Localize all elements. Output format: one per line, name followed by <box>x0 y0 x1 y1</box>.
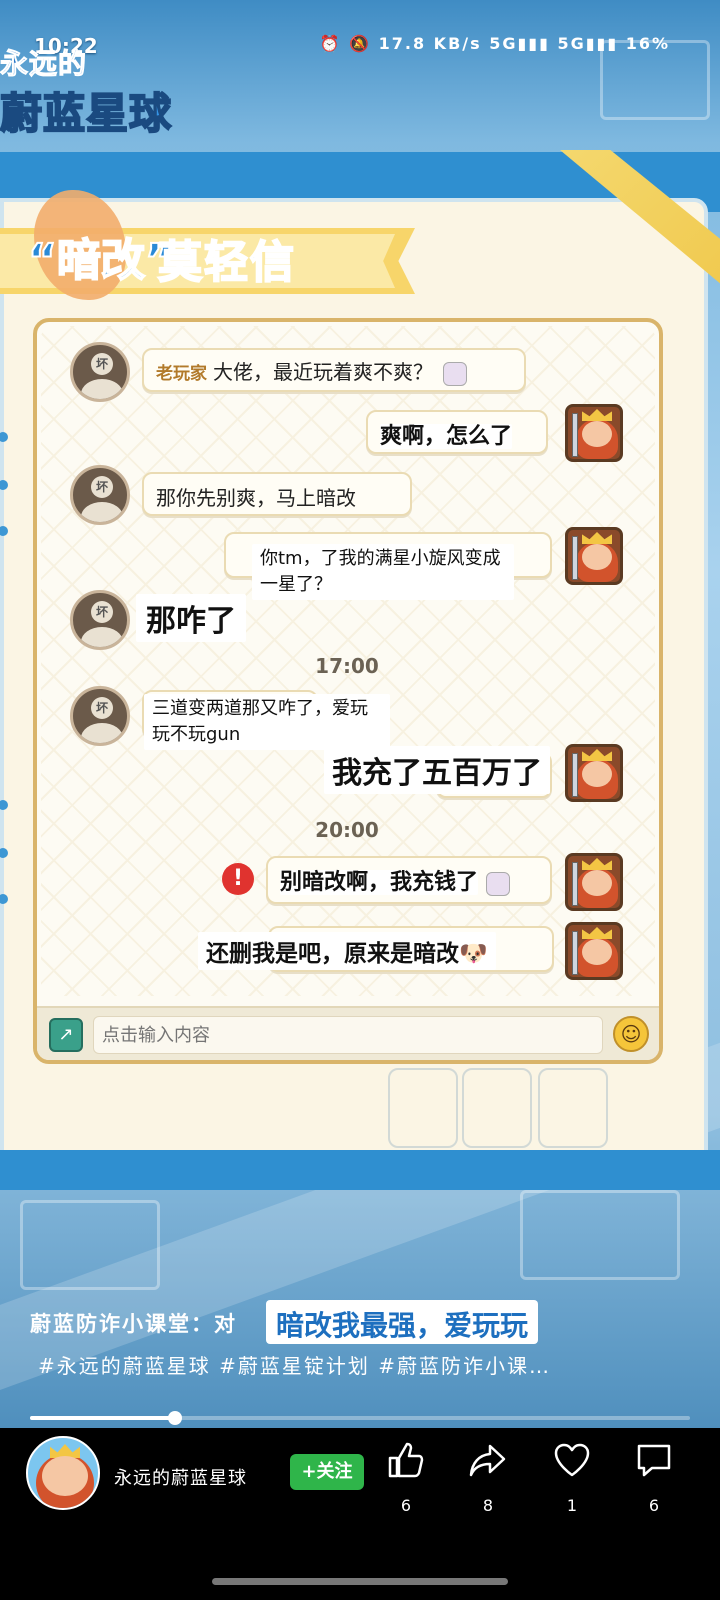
crown-icon <box>582 858 612 870</box>
chat-timestamp: 20:00 <box>315 818 379 842</box>
game-logo: 永远的 蔚蓝星球 <box>0 36 210 140</box>
character-sticker <box>538 1068 608 1148</box>
sword-icon <box>572 753 578 797</box>
avatar-face <box>582 939 612 965</box>
chat-timestamp: 17:00 <box>315 654 379 678</box>
avatar-old-player[interactable]: 坏 <box>70 686 130 746</box>
message-text: 那你先别爽，马上暗改 <box>156 486 356 510</box>
favorite-button[interactable]: 1 <box>542 1440 602 1515</box>
share-icon <box>469 1444 506 1477</box>
sticker-icon <box>443 361 468 386</box>
comment-button[interactable]: 6 <box>624 1440 684 1515</box>
panel-title: 莫轻信 <box>157 236 296 289</box>
sword-icon <box>572 862 578 906</box>
video-progress-fill <box>30 1416 176 1420</box>
avatar-me[interactable] <box>565 744 623 802</box>
home-indicator[interactable] <box>212 1578 508 1585</box>
avatar-face <box>582 544 612 570</box>
sword-icon <box>572 413 578 457</box>
avatar-me[interactable] <box>565 404 623 462</box>
avatar-label: 坏 <box>91 697 113 719</box>
avatar-label: 坏 <box>91 353 113 375</box>
avatar-old-player[interactable]: 坏 <box>70 342 130 402</box>
avatar-label: 坏 <box>91 476 113 498</box>
share-count: 8 <box>482 1496 494 1515</box>
share-button[interactable]: 8 <box>458 1440 518 1515</box>
crown-icon <box>582 409 612 421</box>
avatar-me[interactable] <box>565 853 623 911</box>
crown-icon <box>582 532 612 544</box>
frame-bottom-bar <box>0 1150 720 1190</box>
share-icon[interactable]: ↗ <box>49 1018 83 1052</box>
avatar-face <box>42 1456 88 1496</box>
sword-icon <box>572 931 578 975</box>
crown-icon <box>582 749 612 761</box>
chat-bubble[interactable]: 那你先别爽，马上暗改 <box>142 472 412 516</box>
avatar-body <box>81 627 123 647</box>
channel-name[interactable]: 永远的蔚蓝星球 <box>114 1464 247 1490</box>
game-logo-line1: 永远的 <box>0 47 88 81</box>
message-subtitle: 我充了五百万了 <box>324 746 550 794</box>
message-text: 爽啊，怎么了 <box>380 424 513 449</box>
send-failed-icon[interactable]: ! <box>222 863 254 895</box>
avatar-me[interactable] <box>565 527 623 585</box>
favorite-count: 1 <box>566 1496 578 1515</box>
character-sticker <box>388 1068 458 1148</box>
chat-bubble[interactable]: 爽啊，怎么了 <box>366 410 548 454</box>
message-subtitle: 那咋了 <box>136 594 246 642</box>
avatar-body <box>81 379 123 399</box>
message-subtitle: 三道变两道那又咋了，爱玩玩不玩gun <box>144 694 390 750</box>
crown-icon <box>582 927 612 939</box>
channel-avatar[interactable] <box>26 1436 100 1510</box>
emoji-icon[interactable]: ☺ <box>613 1016 649 1052</box>
film-decoration <box>520 1190 680 1280</box>
message-subtitle: 还删我是吧，原来是暗改🐶 <box>198 932 496 970</box>
avatar-face <box>582 870 612 896</box>
chat-bubble[interactable]: 老玩家 大佬，最近玩着爽不爽？ <box>142 348 526 392</box>
video-hashtags[interactable]: #永远的蔚蓝星球 #蔚蓝星锭计划 #蔚蓝防诈小课… <box>38 1350 551 1379</box>
sender-nickname: 老玩家 <box>156 364 207 384</box>
like-button[interactable]: 6 <box>376 1440 436 1515</box>
chat-bubble[interactable]: 别暗改啊，我充钱了 <box>266 856 552 904</box>
film-decoration <box>20 1200 160 1290</box>
game-logo-line2: 蔚蓝星球 <box>0 88 173 139</box>
like-count: 6 <box>400 1496 412 1515</box>
status-indicators: ⏰ 🔕 17.8 KB/s 5G▮▮▮ 5G▮▮▮ 16% <box>319 34 670 53</box>
avatar-body <box>81 502 123 522</box>
chat-input[interactable] <box>93 1016 603 1054</box>
character-sticker <box>462 1068 532 1148</box>
caption-highlight: 暗改我最强，爱玩玩 <box>266 1300 539 1344</box>
avatar-label: 坏 <box>91 601 113 623</box>
video-caption[interactable]: 蔚蓝防诈小课堂：对 <box>30 1308 237 1338</box>
sword-icon <box>572 536 578 580</box>
heart-icon <box>554 1443 590 1477</box>
avatar-old-player[interactable]: 坏 <box>70 465 130 525</box>
message-subtitle: 你tm，了我的满星小旋风变成一星了？ <box>252 544 514 600</box>
avatar-me[interactable] <box>565 922 623 980</box>
avatar-face <box>582 761 612 787</box>
avatar-face <box>582 421 612 447</box>
chat-input-bar: ↗ ☺ <box>37 1006 659 1060</box>
thumbs-up-icon <box>388 1442 424 1478</box>
video-action-bar: 永远的蔚蓝星球 +关注 6 8 1 6 <box>0 1428 720 1600</box>
title-hidden-text: “暗改” <box>27 234 175 287</box>
message-text: 大佬，最近玩着爽不爽？ <box>213 360 433 384</box>
follow-button[interactable]: +关注 <box>290 1454 364 1490</box>
video-progress-bar[interactable] <box>30 1411 690 1425</box>
sticker-icon <box>486 871 511 896</box>
comment-count: 6 <box>648 1496 660 1515</box>
avatar-body <box>81 723 123 743</box>
comment-icon <box>637 1444 671 1477</box>
avatar-old-player[interactable]: 坏 <box>70 590 130 650</box>
message-text: 别暗改啊，我充钱了 <box>280 870 479 895</box>
